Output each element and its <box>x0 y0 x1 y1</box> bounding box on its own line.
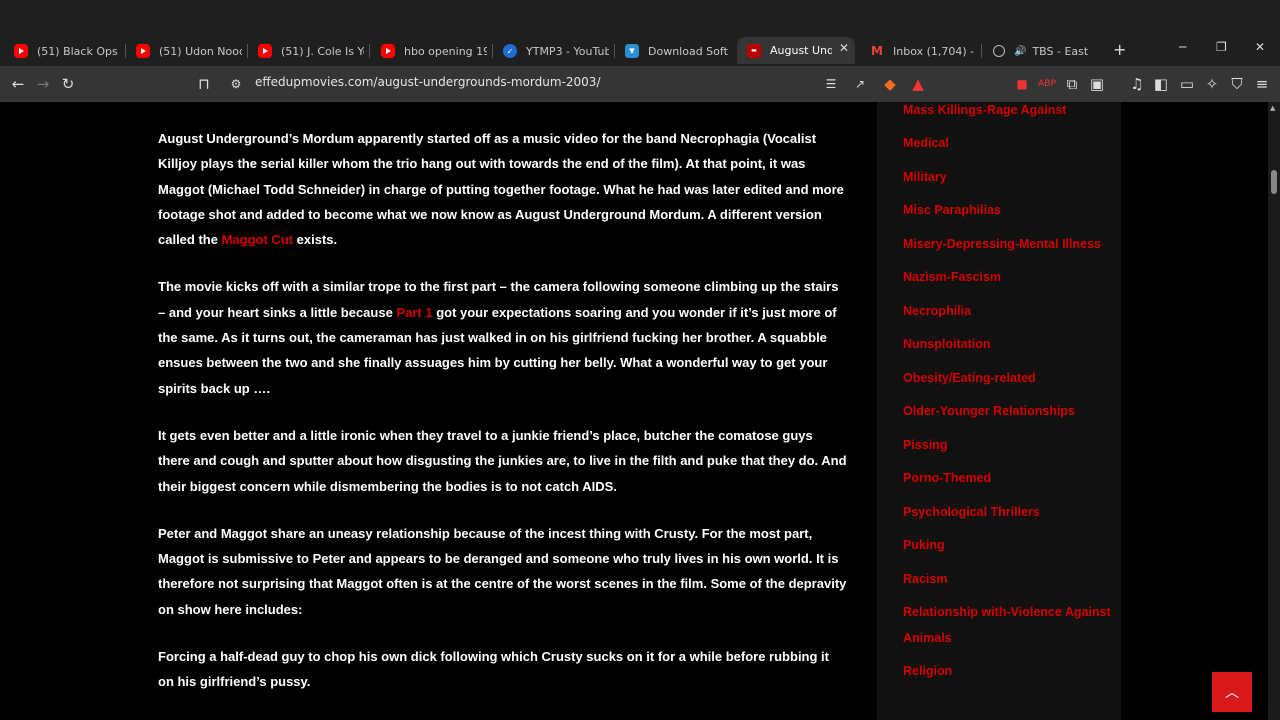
youtube-icon <box>136 44 150 58</box>
address-bar[interactable]: effedupmovies.com/august-undergrounds-mo… <box>255 75 600 89</box>
tab-title: Inbox (1,704) - sdi <box>893 44 976 58</box>
screenshot-icon[interactable]: ▣ <box>1087 74 1107 94</box>
reload-icon[interactable]: ↻ <box>58 74 78 94</box>
page-scrollbar[interactable]: ▲ <box>1268 102 1280 720</box>
category-link[interactable]: Puking <box>903 533 1113 558</box>
adblock-icon[interactable]: ABP <box>1037 74 1057 94</box>
close-tab-icon[interactable]: ✕ <box>839 41 849 55</box>
youtube-icon <box>14 44 28 58</box>
new-tab-button[interactable]: + <box>1113 40 1126 59</box>
close-window-icon[interactable]: ✕ <box>1255 40 1265 54</box>
category-link[interactable]: Misery-Depressing-Mental Illness <box>903 232 1113 257</box>
tab-1[interactable]: (51) Udon Noodle <box>136 40 242 62</box>
youtube-icon <box>381 44 395 58</box>
tab-7[interactable]: M Inbox (1,704) - sdi <box>870 40 976 62</box>
category-sidebar: Mass Killings-Rage Against Medical Milit… <box>877 102 1121 720</box>
tab-5[interactable]: ▼ Download Soft M <box>625 40 731 62</box>
tab-title: (51) Udon Noodle <box>159 44 242 58</box>
tab-title: YTMP3 - YouTube <box>526 44 609 58</box>
minimize-icon[interactable]: ─ <box>1179 40 1186 54</box>
page-content: August Underground’s Mordum apparently s… <box>0 102 1268 720</box>
leo-ai-icon[interactable]: ✧ <box>1202 74 1222 94</box>
menu-icon[interactable]: ≡ <box>1252 74 1272 94</box>
speaker-icon[interactable]: 🔊 <box>1014 46 1026 57</box>
download-icon: ▼ <box>625 44 639 58</box>
globe-icon <box>993 45 1005 57</box>
category-link[interactable]: Porno-Themed <box>903 466 1113 491</box>
back-icon[interactable]: ← <box>8 74 28 94</box>
gmail-icon: M <box>871 44 883 58</box>
site-info-icon[interactable]: ⚙ <box>226 74 246 94</box>
category-list: Mass Killings-Rage Against Medical Milit… <box>903 102 1113 693</box>
share-icon[interactable]: ↗ <box>850 74 870 94</box>
category-link[interactable]: Religion <box>903 659 1113 684</box>
tab-strip: (51) Black Ops 7 H (51) Udon Noodle (51)… <box>0 0 1280 66</box>
tab-4[interactable]: ✓ YTMP3 - YouTube <box>503 40 609 62</box>
category-link[interactable]: Racism <box>903 567 1113 592</box>
category-link[interactable]: Military <box>903 165 1113 190</box>
tab-title: hbo opening 1980 <box>404 44 487 58</box>
tab-8[interactable]: 🔊 TBS - East <box>993 40 1103 62</box>
tab-2[interactable]: (51) J. Cole Is Your <box>258 40 364 62</box>
brave-rewards-icon[interactable]: ▲ <box>908 74 928 94</box>
paragraph: It gets even better and a little ironic … <box>158 427 847 494</box>
category-link[interactable]: Obesity/Eating-related <box>903 366 1113 391</box>
part-1-link[interactable]: Part 1 <box>396 305 432 320</box>
media-icon[interactable]: ♫ <box>1127 74 1147 94</box>
maggot-cut-link[interactable]: Maggot Cut <box>222 232 293 247</box>
youtube-icon <box>258 44 272 58</box>
tab-title: TBS - East <box>1032 44 1089 58</box>
sidebar-toggle-icon[interactable]: ◧ <box>1151 74 1171 94</box>
paragraph: Forcing a half-dead guy to chop his own … <box>158 649 829 690</box>
back-to-top-button[interactable]: ︿ <box>1212 672 1252 712</box>
tab-title: August Under <box>770 44 832 57</box>
category-link[interactable]: Older-Younger Relationships <box>903 399 1113 424</box>
scrollbar-thumb[interactable] <box>1271 170 1277 194</box>
brave-shields-icon[interactable]: ◆ <box>880 74 900 94</box>
category-link[interactable]: Nunsploitation <box>903 332 1113 357</box>
record-extension-icon[interactable]: ■ <box>1012 74 1032 94</box>
extensions-icon[interactable]: ⧉ <box>1062 74 1082 94</box>
bookmark-icon[interactable]: ⊓ <box>194 74 214 94</box>
tab-0[interactable]: (51) Black Ops 7 H <box>14 40 120 62</box>
article-body: August Underground’s Mordum apparently s… <box>158 126 848 717</box>
category-link[interactable]: Necrophilia <box>903 299 1113 324</box>
site-icon: ▬ <box>747 43 761 58</box>
category-link[interactable]: Psychological Thrillers <box>903 500 1113 525</box>
restore-icon[interactable]: ❐ <box>1216 40 1227 54</box>
paragraph: August Underground’s Mordum apparently s… <box>158 131 844 248</box>
tab-active[interactable]: ▬ August Under ✕ <box>737 37 855 64</box>
tab-title: Download Soft M <box>648 44 731 58</box>
chevron-up-icon: ︿ <box>1225 685 1239 701</box>
category-link[interactable]: Pissing <box>903 433 1113 458</box>
category-link[interactable]: Misc Paraphilias <box>903 198 1113 223</box>
category-link[interactable]: Nazism-Fascism <box>903 265 1113 290</box>
ytmp3-icon: ✓ <box>503 44 517 58</box>
tab-title: (51) Black Ops 7 H <box>37 44 120 58</box>
tab-title: (51) J. Cole Is Your <box>281 44 364 58</box>
toolbar: ← → ↻ ⊓ ⚙ ☰ ↗ ◆ 2 ▲ 1 ■ ABP ⧉ ▣ ♫ ◧ ▭ ✧ … <box>0 66 1280 146</box>
category-link[interactable]: Relationship with-Violence Against Anima… <box>903 600 1113 651</box>
forward-icon[interactable]: → <box>33 74 53 94</box>
paragraph: The movie kicks off with a similar trope… <box>158 279 839 396</box>
scroll-up-icon[interactable]: ▲ <box>1270 104 1275 112</box>
category-link[interactable]: Mass Killings-Rage Against <box>903 102 1113 123</box>
wallet-icon[interactable]: ▭ <box>1177 74 1197 94</box>
paragraph: Peter and Maggot share an uneasy relatio… <box>158 525 847 617</box>
vpn-icon[interactable]: ⛉ <box>1227 74 1247 94</box>
category-link[interactable]: Medical <box>903 131 1113 156</box>
reader-mode-icon[interactable]: ☰ <box>821 74 841 94</box>
tab-3[interactable]: hbo opening 1980 <box>381 40 487 62</box>
